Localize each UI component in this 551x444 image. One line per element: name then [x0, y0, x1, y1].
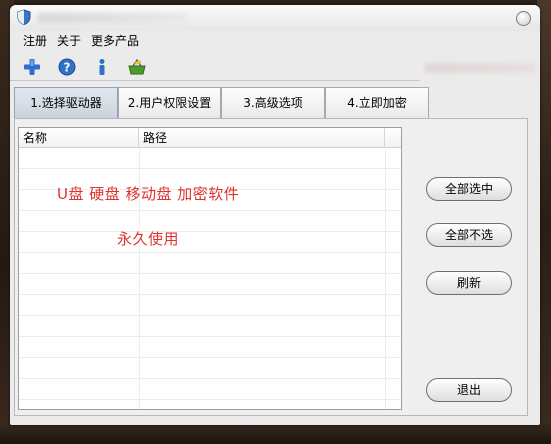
list-row — [19, 358, 401, 379]
tab-advanced-options[interactable]: 3.高级选项 — [221, 87, 325, 119]
list-row — [19, 211, 401, 232]
menu-about[interactable]: 关于 — [57, 33, 81, 49]
menu-bar: 注册 关于 更多产品 — [10, 31, 540, 51]
add-button[interactable] — [21, 56, 43, 78]
column-header-name[interactable]: 名称 — [19, 128, 139, 148]
help-icon: ? — [58, 58, 76, 76]
list-row — [19, 274, 401, 295]
select-all-button[interactable]: 全部选中 — [426, 177, 512, 201]
app-shield-icon — [17, 9, 31, 25]
exit-button[interactable]: 退出 — [426, 378, 512, 402]
help-button[interactable]: ? — [56, 56, 78, 78]
list-row — [19, 295, 401, 316]
list-row — [19, 337, 401, 358]
close-button[interactable] — [516, 11, 531, 26]
list-row — [19, 253, 401, 274]
background-bottom — [0, 422, 551, 444]
tab-panel: 名称 路径 U盘 硬盘 移动盘 加密软件 永久使用 全部选中 全部不选 刷新 退… — [14, 118, 528, 416]
drive-list[interactable]: 名称 路径 U盘 硬盘 移动盘 加密软件 永久使用 — [18, 127, 402, 410]
promo-text-line1: U盘 硬盘 移动盘 加密软件 — [57, 185, 240, 203]
list-row — [19, 379, 401, 400]
column-header-path[interactable]: 路径 — [139, 128, 385, 148]
toolbar: ? — [10, 53, 420, 81]
list-header: 名称 路径 — [19, 128, 401, 148]
svg-text:?: ? — [64, 61, 71, 75]
window-title-redacted — [38, 13, 188, 23]
refresh-button[interactable]: 刷新 — [426, 271, 512, 295]
plus-icon — [24, 59, 40, 75]
promo-text-line2: 永久使用 — [117, 230, 180, 248]
deselect-all-button[interactable]: 全部不选 — [426, 223, 512, 247]
list-row — [19, 232, 401, 253]
app-window: 注册 关于 更多产品 ? 1.选择驱动器 2.用户权限设置 3.高级选项 4.立… — [10, 5, 540, 425]
menu-register[interactable]: 注册 — [23, 33, 47, 49]
redacted-text — [425, 63, 535, 73]
list-row — [19, 316, 401, 337]
info-icon — [99, 59, 105, 75]
shop-button[interactable] — [126, 56, 148, 78]
tab-encrypt-now[interactable]: 4.立即加密 — [325, 87, 429, 119]
title-bar — [10, 5, 540, 31]
list-row — [19, 148, 401, 169]
menu-more-products[interactable]: 更多产品 — [91, 33, 139, 49]
info-button[interactable] — [91, 56, 113, 78]
tab-select-drive[interactable]: 1.选择驱动器 — [14, 87, 118, 119]
tab-user-permissions[interactable]: 2.用户权限设置 — [118, 87, 221, 119]
basket-icon — [128, 58, 146, 75]
